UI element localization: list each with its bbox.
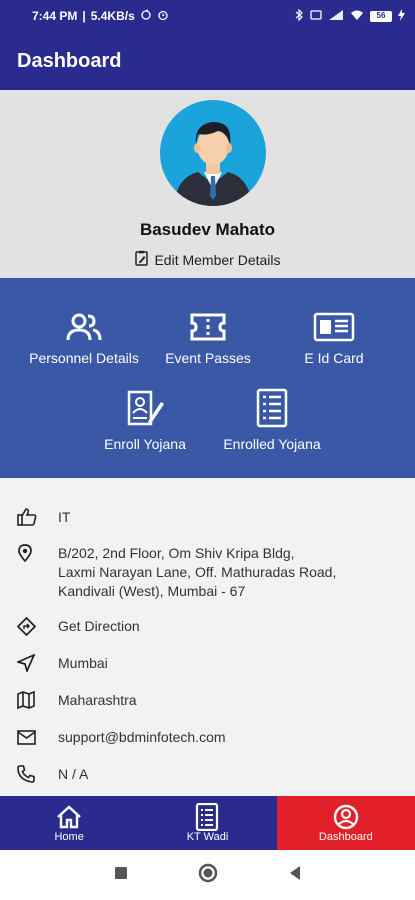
- personnel-details-label: Personnel Details: [29, 350, 139, 366]
- nav-kt-wadi-label: KT Wadi: [186, 831, 229, 843]
- edit-member-details-button[interactable]: Edit Member Details: [0, 250, 415, 269]
- email-link[interactable]: support@bdminfotech.com: [0, 728, 415, 747]
- enroll-yojana-label: Enroll Yojana: [104, 436, 186, 452]
- info-category-row: IT: [0, 508, 415, 527]
- sync-icon: [140, 8, 152, 24]
- member-info-list: IT B/202, 2nd Floor, Om Shiv Kripa Bldg,…: [0, 478, 415, 796]
- enroll-yojana-button[interactable]: Enroll Yojana: [76, 388, 214, 452]
- charging-icon: [398, 8, 405, 24]
- enroll-form-icon: [76, 388, 214, 428]
- thumbs-up-icon: [0, 508, 58, 526]
- account-circle-icon: [333, 803, 359, 831]
- status-time: 7:44 PM: [32, 9, 78, 23]
- list-book-icon: [195, 803, 219, 831]
- event-passes-label: Event Passes: [165, 350, 251, 366]
- home-icon: [56, 803, 82, 831]
- phone-link[interactable]: N / A: [0, 765, 415, 784]
- bottom-navigation: Home KT Wadi Dashboard: [0, 796, 415, 850]
- actions-panel: Personnel Details Event Passes E Id Card…: [0, 278, 415, 478]
- network-speed: 5.4KB/s: [90, 9, 135, 23]
- back-button[interactable]: [288, 865, 302, 886]
- nav-kt-wadi[interactable]: KT Wadi: [138, 796, 277, 850]
- city-value: Mumbai: [58, 655, 108, 671]
- directions-icon: [0, 616, 58, 636]
- nav-dashboard[interactable]: Dashboard: [276, 796, 415, 850]
- phone-value: N / A: [58, 766, 89, 782]
- battery-indicator: 56: [370, 10, 392, 22]
- people-icon: [15, 302, 153, 342]
- signal-icon: [328, 9, 344, 24]
- nav-home[interactable]: Home: [0, 796, 139, 850]
- e-id-card-button[interactable]: E Id Card: [265, 302, 403, 366]
- navigation-arrow-icon: [0, 654, 58, 672]
- get-direction-label: Get Direction: [58, 618, 140, 634]
- edit-icon: [134, 250, 150, 269]
- e-id-card-label: E Id Card: [304, 350, 364, 366]
- alarm-icon: [157, 9, 169, 24]
- enrolled-yojana-button[interactable]: Enrolled Yojana: [203, 388, 341, 452]
- phone-icon: [0, 765, 58, 783]
- get-direction-link[interactable]: Get Direction: [0, 616, 415, 636]
- email-value: support@bdminfotech.com: [58, 729, 226, 745]
- status-bar: 7:44 PM | 5.4KB/s 56: [0, 0, 415, 32]
- map-icon: [0, 691, 58, 709]
- nav-dashboard-label: Dashboard: [318, 831, 373, 843]
- vibrate-icon: [310, 9, 322, 24]
- home-system-button[interactable]: [198, 863, 218, 888]
- id-card-icon: [265, 302, 403, 342]
- app-bar: Dashboard: [0, 32, 415, 90]
- info-state-row: Maharashtra: [0, 691, 415, 710]
- system-navigation-bar: [0, 850, 415, 900]
- state-value: Maharashtra: [58, 692, 137, 708]
- avatar: [160, 100, 266, 206]
- category-value: IT: [58, 509, 71, 525]
- member-name: Basudev Mahato: [139, 220, 276, 239]
- edit-member-label: Edit Member Details: [154, 251, 281, 268]
- bluetooth-icon: [295, 8, 304, 24]
- personnel-details-button[interactable]: Personnel Details: [15, 302, 153, 366]
- location-pin-icon: [0, 544, 58, 562]
- recents-button[interactable]: [114, 866, 128, 885]
- info-address-row: B/202, 2nd Floor, Om Shiv Kripa Bldg, La…: [0, 544, 415, 601]
- enrolled-yojana-label: Enrolled Yojana: [223, 436, 321, 452]
- event-passes-button[interactable]: Event Passes: [139, 302, 277, 366]
- checklist-icon: [203, 388, 341, 428]
- ticket-icon: [139, 302, 277, 342]
- info-city-row: Mumbai: [0, 654, 415, 673]
- address-value: B/202, 2nd Floor, Om Shiv Kripa Bldg, La…: [58, 545, 337, 599]
- page-title: Dashboard: [17, 49, 122, 72]
- wifi-icon: [350, 9, 364, 24]
- profile-section: Basudev Mahato Edit Member Details: [0, 90, 415, 278]
- nav-home-label: Home: [54, 831, 84, 843]
- mail-icon: [0, 728, 58, 746]
